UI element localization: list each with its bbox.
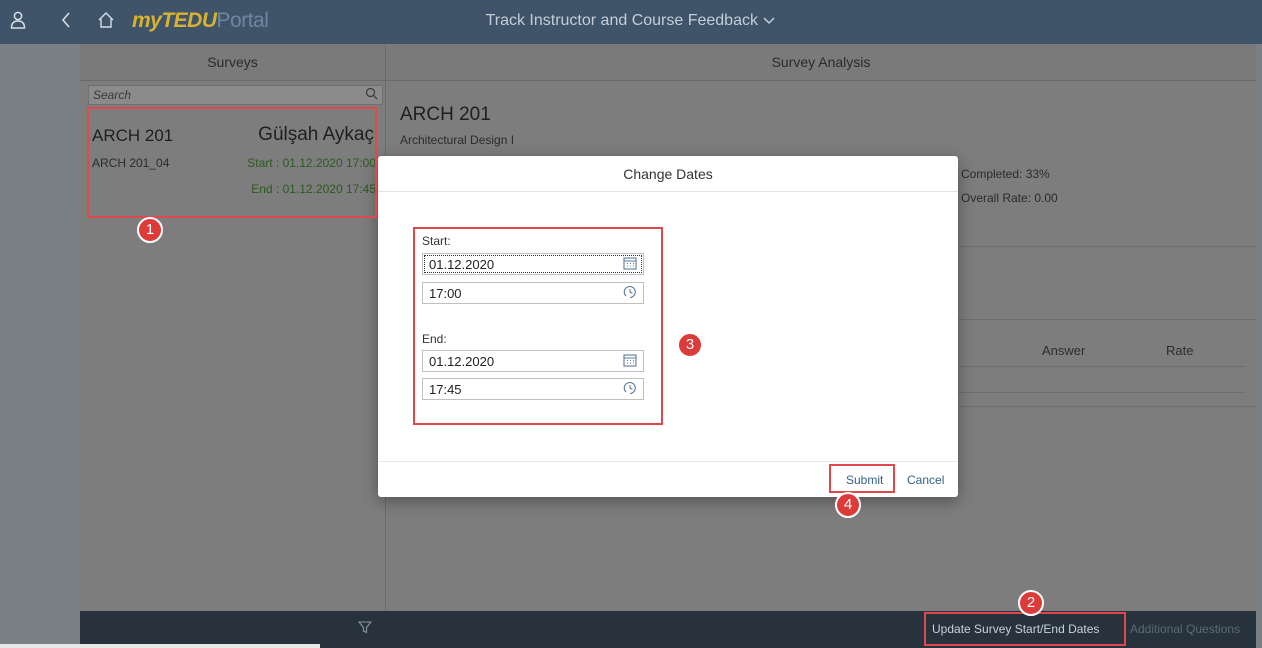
annotation-badge-1: 1 bbox=[137, 217, 163, 243]
object-subtitle: Architectural Design I bbox=[400, 133, 515, 147]
column-header-rate: Rate bbox=[1166, 343, 1194, 358]
dialog-title: Change Dates bbox=[378, 156, 958, 192]
column-header-answer: Answer bbox=[1042, 343, 1086, 358]
left-band bbox=[0, 44, 80, 648]
annotation-box-survey-item bbox=[87, 107, 377, 218]
master-header: Surveys bbox=[80, 44, 385, 81]
cancel-button[interactable]: Cancel bbox=[907, 473, 944, 487]
object-title: ARCH 201 bbox=[400, 104, 491, 125]
search-icon[interactable] bbox=[365, 87, 378, 103]
search-input[interactable]: Search bbox=[88, 85, 383, 105]
completed-attribute: Completed: 33% bbox=[961, 167, 1050, 181]
detail-header: Survey Analysis bbox=[386, 44, 1256, 81]
overall-rate-attribute: Overall Rate: 0.00 bbox=[961, 191, 1058, 205]
right-band bbox=[1256, 44, 1262, 648]
divider bbox=[946, 366, 1246, 367]
app-title[interactable]: Track Instructor and Course Feedback bbox=[0, 12, 1262, 30]
scrollbar[interactable] bbox=[0, 644, 320, 648]
additional-questions-button[interactable]: Additional Questions bbox=[1130, 622, 1240, 636]
annotation-box-submit bbox=[829, 464, 895, 493]
annotation-box-update-dates bbox=[924, 612, 1126, 646]
annotation-badge-4: 4 bbox=[835, 492, 861, 518]
annotation-badge-3: 3 bbox=[677, 332, 703, 358]
shell-header: myTEDUPortal Track Instructor and Course… bbox=[0, 0, 1262, 44]
master-footer bbox=[80, 611, 386, 648]
search-placeholder: Search bbox=[93, 88, 132, 102]
annotation-box-date-fields bbox=[413, 227, 663, 425]
app-title-text: Track Instructor and Course Feedback bbox=[485, 12, 758, 29]
annotation-badge-2: 2 bbox=[1018, 590, 1044, 616]
chevron-down-icon bbox=[762, 12, 776, 29]
filter-icon[interactable] bbox=[357, 620, 373, 638]
divider bbox=[946, 392, 1246, 393]
